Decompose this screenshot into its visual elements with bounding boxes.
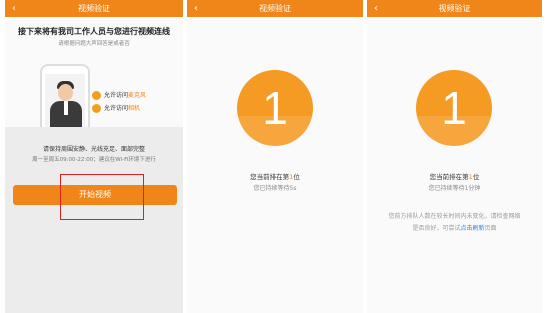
phone-illustration (40, 64, 90, 134)
queue-rank: 您当前排在第1位 (429, 173, 480, 181)
refresh-link[interactable]: 点击刷新 (460, 225, 484, 232)
tip-environment: 请保持周围安静、光线充足、面部完整 (42, 146, 145, 153)
wait-time: 您已持续等待5s (253, 185, 297, 192)
queue-number-badge: 1 (237, 70, 313, 146)
nav-title: 视频验证 (259, 4, 291, 13)
network-note-line2: 是否良好，可尝试点击刷新页面 (412, 225, 497, 232)
nav-bar: ‹ 视频验证 (5, 0, 183, 17)
back-icon[interactable]: ‹ (374, 0, 378, 17)
microphone-icon (92, 91, 101, 100)
nav-bar: ‹ 视频验证 (187, 0, 363, 17)
nav-bar: ‹ 视频验证 (367, 0, 542, 17)
tip-hours: 周一至周五09:00-22:00；建议在Wi-Fi环境下进行 (32, 157, 156, 163)
nav-title: 视频验证 (78, 4, 110, 13)
start-video-button[interactable]: 开始视频 (13, 185, 177, 205)
queue-number-badge: 1 (416, 70, 492, 146)
agent-head (58, 84, 73, 101)
camera-icon (92, 104, 101, 113)
queue-rank: 您当前排在第1位 (250, 173, 300, 181)
intro-subtitle: 请根据问题大声回答是或者否 (58, 41, 130, 47)
permission-microphone: 允许访问麦克风 (92, 90, 146, 100)
wait-time: 您已持续等待1分钟 (428, 185, 481, 192)
back-icon[interactable]: ‹ (12, 0, 16, 17)
queue-screen-1min: ‹ 视频验证 1 您当前排在第1位 您已持续等待1分钟 您前方排队人数在较长时间… (367, 0, 542, 313)
video-verify-intro-screen: ‹ 视频验证 接下来将有我司工作人员与您进行视频连线 请根据问题大声回答是或者否… (5, 0, 183, 313)
nav-title: 视频验证 (438, 4, 471, 13)
network-note-line1: 您前方排队人数在较长时间内未变化，请检查网络 (388, 213, 521, 220)
agent-tie (64, 101, 68, 115)
permission-camera: 允许访问相机 (92, 103, 140, 113)
intro-title: 接下来将有我司工作人员与您进行视频连线 (18, 27, 170, 36)
queue-screen-5s: ‹ 视频验证 1 您当前排在第1位 您已持续等待5s (187, 0, 363, 313)
back-icon[interactable]: ‹ (194, 0, 198, 17)
